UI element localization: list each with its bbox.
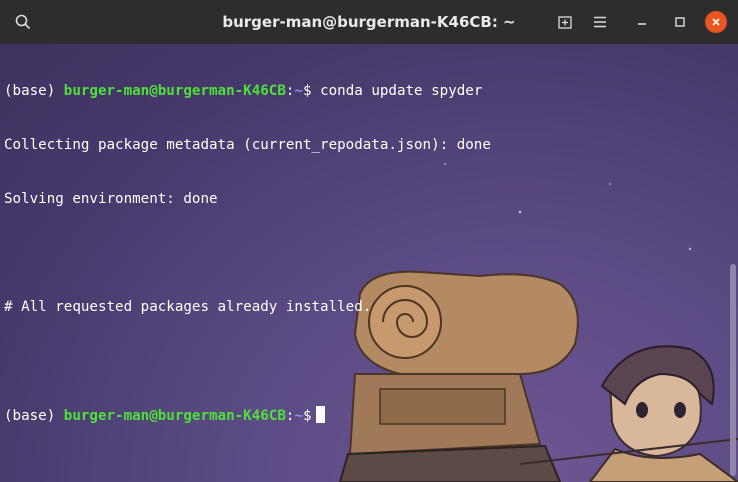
terminal-line: # All requested packages already install… [4,299,372,315]
command-text: conda update spyder [320,83,483,99]
scrollbar[interactable] [730,264,736,476]
maximize-icon[interactable] [667,9,693,35]
hamburger-menu-icon[interactable] [587,9,613,35]
minimize-icon[interactable] [629,9,655,35]
title-bar[interactable]: burger-man@burgerman-K46CB: ~ [0,0,738,44]
conda-env: (base) [4,83,64,99]
terminal-output: (base) burger-man@burgerman-K46CB:~$ con… [4,46,491,460]
terminal-prompt-line[interactable]: (base) burger-man@burgerman-K46CB:~$ [4,406,491,424]
prompt-path: ~ [294,408,303,424]
text-cursor [315,406,325,423]
terminal-window: burger-man@burgerman-K46CB: ~ (base) bur… [0,0,738,482]
terminal-line: (base) burger-man@burgerman-K46CB:~$ con… [4,82,491,100]
prompt-symbol: $ [302,83,321,99]
close-icon[interactable] [703,9,729,35]
terminal-line: Collecting package metadata (current_rep… [4,137,491,153]
terminal-line: Solving environment: done [4,191,218,207]
conda-env: (base) [4,408,64,424]
window-title: burger-man@burgerman-K46CB: ~ [222,13,516,31]
prompt-userhost: burger-man@burgerman-K46CB [63,83,286,99]
terminal-area[interactable]: (base) burger-man@burgerman-K46CB:~$ con… [0,44,738,482]
prompt-symbol: $ [302,408,312,424]
prompt-userhost: burger-man@burgerman-K46CB [63,408,286,424]
prompt-path: ~ [294,83,303,99]
new-tab-icon[interactable] [552,9,578,35]
